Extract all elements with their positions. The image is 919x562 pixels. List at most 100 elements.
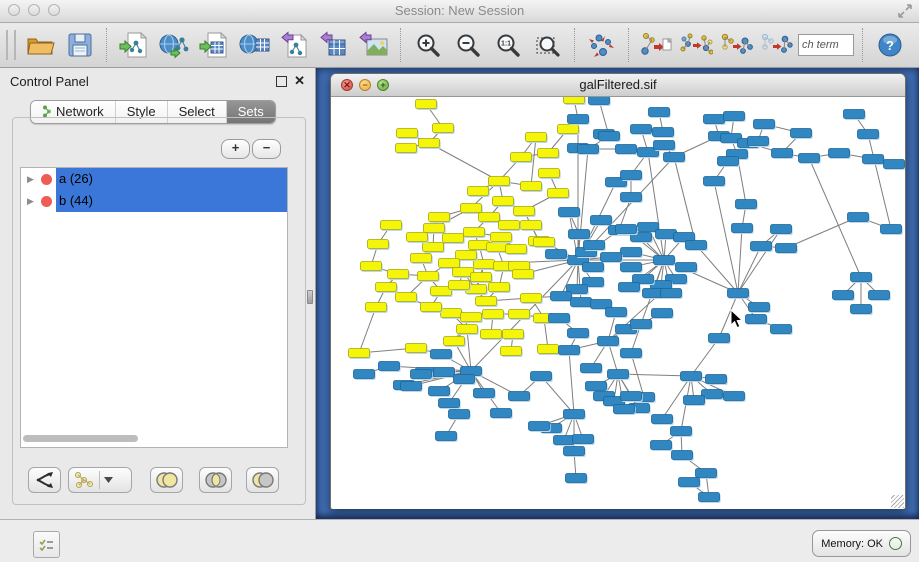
zoom-selected-button[interactable] bbox=[528, 26, 568, 64]
graph-node[interactable] bbox=[718, 157, 739, 166]
graph-node[interactable] bbox=[672, 451, 693, 460]
graph-node[interactable] bbox=[661, 289, 682, 298]
graph-node[interactable] bbox=[829, 149, 850, 158]
graph-node[interactable] bbox=[521, 221, 542, 230]
graph-edge[interactable] bbox=[569, 350, 574, 414]
graph-node[interactable] bbox=[664, 153, 685, 162]
graph-node[interactable] bbox=[653, 128, 674, 137]
import-table-url-button[interactable] bbox=[234, 26, 274, 64]
graph-node[interactable] bbox=[388, 270, 409, 279]
memory-status-button[interactable]: Memory: OK bbox=[812, 530, 911, 557]
graph-node[interactable] bbox=[881, 225, 902, 234]
graph-node[interactable] bbox=[491, 409, 512, 418]
graph-node[interactable] bbox=[799, 154, 820, 163]
graph-node[interactable] bbox=[651, 441, 672, 450]
extend-selection-button[interactable] bbox=[716, 26, 756, 64]
graph-node[interactable] bbox=[538, 149, 559, 158]
graph-node[interactable] bbox=[368, 240, 389, 249]
graph-node[interactable] bbox=[559, 346, 580, 355]
graph-node[interactable] bbox=[771, 325, 792, 334]
graph-node[interactable] bbox=[489, 177, 510, 186]
graph-node[interactable] bbox=[709, 334, 730, 343]
graph-node[interactable] bbox=[736, 200, 757, 209]
graph-node[interactable] bbox=[479, 213, 500, 222]
disclosure-triangle-icon[interactable]: ▶ bbox=[27, 196, 41, 207]
graph-node[interactable] bbox=[474, 389, 495, 398]
graph-node[interactable] bbox=[526, 133, 547, 142]
graph-node[interactable] bbox=[704, 177, 725, 186]
graph-node[interactable] bbox=[424, 224, 445, 233]
graph-node[interactable] bbox=[349, 349, 370, 358]
graph-node[interactable] bbox=[539, 169, 560, 178]
graph-edge[interactable] bbox=[696, 245, 738, 293]
graph-node[interactable] bbox=[397, 129, 418, 138]
graph-node[interactable] bbox=[621, 263, 642, 272]
help-button[interactable]: ? bbox=[870, 26, 910, 64]
close-panel-icon[interactable]: ✕ bbox=[294, 73, 305, 89]
graph-node[interactable] bbox=[483, 310, 504, 319]
graph-node[interactable] bbox=[429, 387, 450, 396]
graph-node[interactable] bbox=[443, 234, 464, 243]
graph-node[interactable] bbox=[569, 230, 590, 239]
graph-node[interactable] bbox=[531, 372, 552, 381]
graph-node[interactable] bbox=[681, 372, 702, 381]
graph-node[interactable] bbox=[401, 382, 422, 391]
graph-node[interactable] bbox=[444, 337, 465, 346]
export-image-button[interactable] bbox=[354, 26, 394, 64]
graph-node[interactable] bbox=[616, 145, 637, 154]
graph-node[interactable] bbox=[671, 427, 692, 436]
add-set-button[interactable]: + bbox=[221, 139, 250, 159]
graph-node[interactable] bbox=[411, 370, 432, 379]
graph-node[interactable] bbox=[676, 263, 697, 272]
graph-node[interactable] bbox=[631, 125, 652, 134]
graph-node[interactable] bbox=[884, 160, 905, 169]
graph-node[interactable] bbox=[724, 392, 745, 401]
set-difference-button[interactable] bbox=[246, 467, 279, 493]
graph-node[interactable] bbox=[513, 270, 534, 279]
graph-node[interactable] bbox=[573, 435, 594, 444]
graph-node[interactable] bbox=[354, 370, 375, 379]
graph-node[interactable] bbox=[749, 303, 770, 312]
zoom-in-button[interactable] bbox=[408, 26, 448, 64]
graph-node[interactable] bbox=[608, 370, 629, 379]
graph-node[interactable] bbox=[638, 223, 659, 232]
graph-node[interactable] bbox=[548, 189, 569, 198]
graph-node[interactable] bbox=[464, 228, 485, 237]
graph-node[interactable] bbox=[534, 238, 555, 247]
set-list-item[interactable]: ▶a (26) bbox=[21, 168, 287, 190]
graph-node[interactable] bbox=[554, 436, 575, 445]
toolbar-grip[interactable] bbox=[6, 30, 16, 60]
graph-node[interactable] bbox=[506, 245, 527, 254]
graph-node[interactable] bbox=[461, 204, 482, 213]
graph-edge[interactable] bbox=[868, 134, 891, 229]
graph-node[interactable] bbox=[439, 259, 460, 268]
graph-node[interactable] bbox=[704, 115, 725, 124]
import-table-file-button[interactable] bbox=[194, 26, 234, 64]
graph-node[interactable] bbox=[564, 97, 585, 104]
graph-node[interactable] bbox=[468, 187, 489, 196]
graph-node[interactable] bbox=[606, 308, 627, 317]
graph-node[interactable] bbox=[431, 350, 452, 359]
network-from-selection-button[interactable] bbox=[636, 26, 676, 64]
import-network-file-button[interactable] bbox=[114, 26, 154, 64]
graph-node[interactable] bbox=[529, 422, 550, 431]
zoom-actual-size-button[interactable]: 1:1 bbox=[488, 26, 528, 64]
graph-node[interactable] bbox=[487, 243, 508, 252]
graph-node[interactable] bbox=[568, 329, 589, 338]
graph-node[interactable] bbox=[514, 207, 535, 216]
network-from-collection-button[interactable] bbox=[756, 26, 796, 64]
graph-node[interactable] bbox=[509, 392, 530, 401]
graph-node[interactable] bbox=[521, 294, 542, 303]
open-session-button[interactable] bbox=[20, 26, 60, 64]
graph-node[interactable] bbox=[833, 291, 854, 300]
graph-node[interactable] bbox=[456, 251, 477, 260]
graph-node[interactable] bbox=[791, 129, 812, 138]
graph-node[interactable] bbox=[601, 253, 622, 262]
graph-node[interactable] bbox=[429, 213, 450, 222]
split-set-button[interactable] bbox=[28, 467, 61, 493]
graph-node[interactable] bbox=[461, 313, 482, 322]
graph-node[interactable] bbox=[419, 139, 440, 148]
graph-node[interactable] bbox=[416, 100, 437, 109]
graph-node[interactable] bbox=[696, 469, 717, 478]
graph-node[interactable] bbox=[598, 337, 619, 346]
